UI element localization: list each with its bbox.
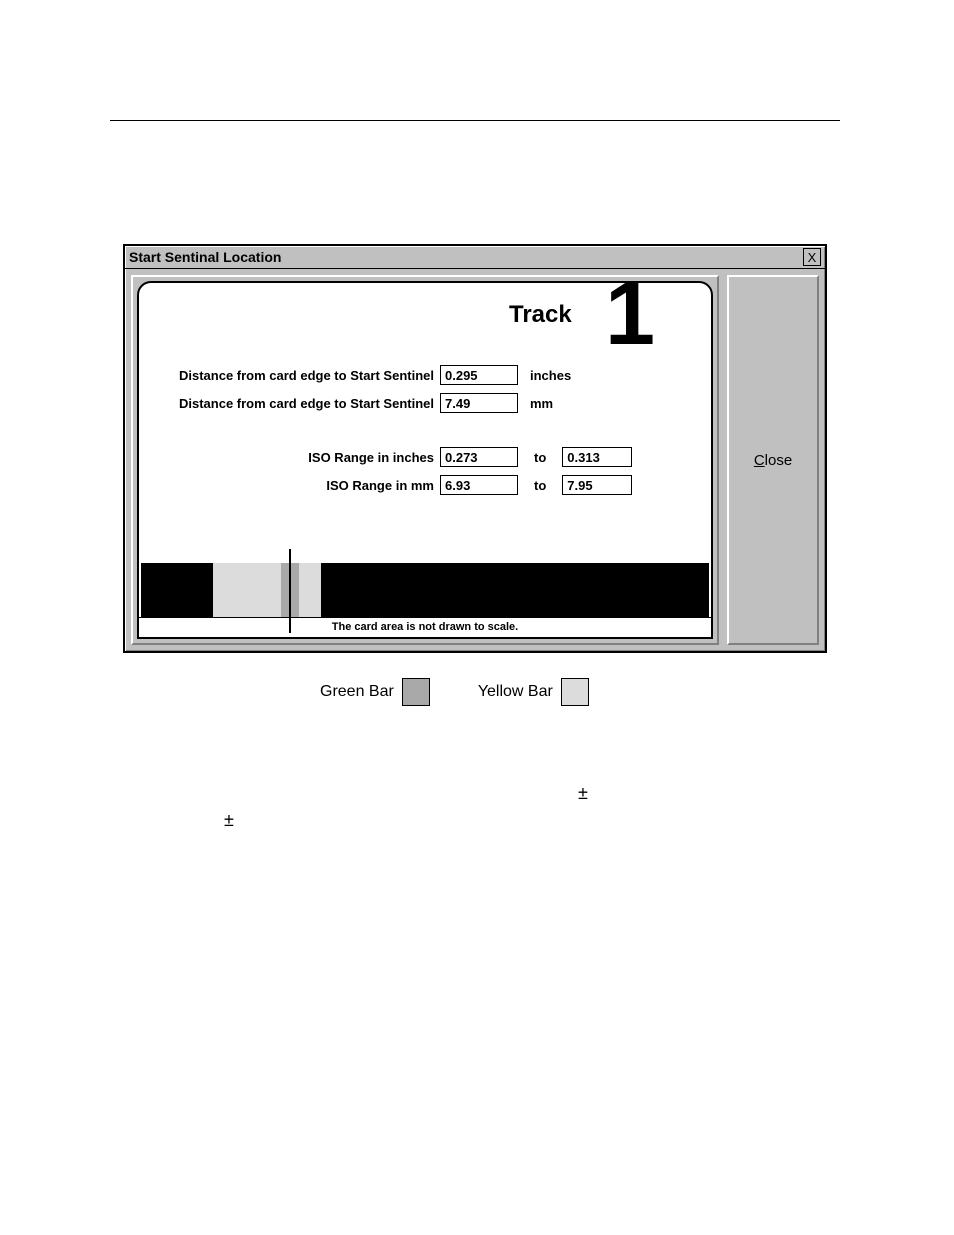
legend-yellow-label: Yellow Bar [478, 683, 553, 701]
row-dist-mm: Distance from card edge to Start Sentine… [159, 393, 553, 413]
stripe-segment-yellow-2 [299, 563, 321, 618]
close-button[interactable]: Close [727, 275, 819, 645]
main-panel: Track 1 Distance from card edge to Start… [131, 275, 719, 645]
dist-mm-label: Distance from card edge to Start Sentine… [159, 396, 434, 411]
track-label: Track [509, 301, 572, 329]
track-number: 1 [605, 281, 655, 359]
row-iso-mm: ISO Range in mm 6.93 to 7.95 [159, 475, 632, 495]
footer-note: The card area is not drawn to scale. [139, 617, 711, 633]
iso-in-from: 0.273 [440, 447, 518, 467]
plusminus-symbol-1: ± [578, 783, 588, 804]
legend-green: Green Bar [320, 678, 430, 706]
legend-yellow: Yellow Bar [478, 678, 589, 706]
close-button-rest: lose [765, 452, 793, 469]
dist-in-unit: inches [530, 368, 571, 383]
legend-green-swatch [402, 678, 430, 706]
iso-in-to: 0.313 [562, 447, 632, 467]
iso-mm-label: ISO Range in mm [159, 478, 434, 493]
page-rule [110, 120, 840, 121]
dialog-title: Start Sentinal Location [129, 249, 281, 265]
row-iso-inches: ISO Range in inches 0.273 to 0.313 [159, 447, 632, 467]
to-label-2: to [534, 478, 546, 493]
iso-mm-from: 6.93 [440, 475, 518, 495]
stripe-segment-black-right [321, 563, 709, 618]
row-dist-inches: Distance from card edge to Start Sentine… [159, 365, 571, 385]
start-sentinel-dialog: Start Sentinal Location X Track 1 Distan… [123, 244, 827, 653]
dist-mm-value: 7.49 [440, 393, 518, 413]
stripe-segment-yellow-1 [213, 563, 281, 618]
iso-in-label: ISO Range in inches [159, 450, 434, 465]
close-icon[interactable]: X [803, 248, 821, 266]
stripe-segment-black-left [141, 563, 213, 618]
dist-mm-unit: mm [530, 396, 553, 411]
dialog-body: Track 1 Distance from card edge to Start… [125, 269, 825, 651]
titlebar: Start Sentinal Location X [125, 246, 825, 269]
to-label-1: to [534, 450, 546, 465]
close-button-underline: C [754, 452, 765, 469]
legend-green-label: Green Bar [320, 683, 394, 701]
dist-in-value: 0.295 [440, 365, 518, 385]
legend-yellow-swatch [561, 678, 589, 706]
legend: Green Bar Yellow Bar [320, 678, 589, 706]
side-panel: Close [727, 275, 819, 645]
inner-panel: Track 1 Distance from card edge to Start… [137, 281, 713, 639]
iso-mm-to: 7.95 [562, 475, 632, 495]
dist-in-label: Distance from card edge to Start Sentine… [159, 368, 434, 383]
plusminus-symbol-2: ± [224, 810, 234, 831]
